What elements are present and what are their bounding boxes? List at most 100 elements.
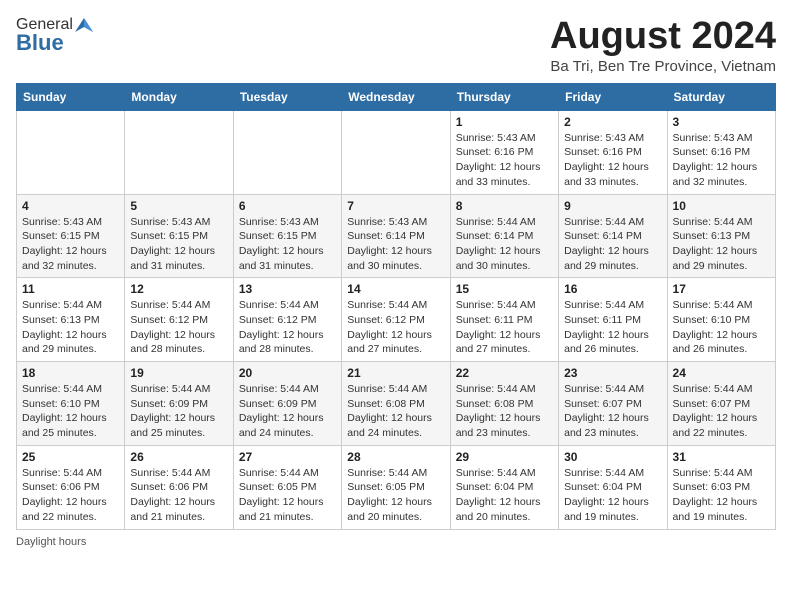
- calendar-cell: 25 Sunrise: 5:44 AM Sunset: 6:06 PM Dayli…: [17, 445, 125, 529]
- day-number: 28: [347, 450, 444, 464]
- day-detail: Sunrise: 5:44 AM Sunset: 6:08 PM Dayligh…: [456, 382, 553, 441]
- calendar-week-3: 18 Sunrise: 5:44 AM Sunset: 6:10 PM Dayli…: [17, 362, 776, 446]
- calendar-header-wednesday: Wednesday: [342, 83, 450, 110]
- day-detail: Sunrise: 5:44 AM Sunset: 6:09 PM Dayligh…: [130, 382, 227, 441]
- day-number: 16: [564, 282, 661, 296]
- calendar-cell: 21Sunrise: 5:44 AM Sunset: 6:08 PM Dayli…: [342, 362, 450, 446]
- day-number: 5: [130, 199, 227, 213]
- day-detail: Sunrise: 5:44 AM Sunset: 6:03 PM Dayligh…: [673, 466, 770, 525]
- day-number: 23: [564, 366, 661, 380]
- calendar-cell: 16 Sunrise: 5:44 AM Sunset: 6:11 PM Dayli…: [559, 278, 667, 362]
- calendar-cell: [233, 110, 341, 194]
- day-detail: Sunrise: 5:44 AM Sunset: 6:06 PM Dayligh…: [130, 466, 227, 525]
- day-number: 21: [347, 366, 444, 380]
- day-number: 4: [22, 199, 119, 213]
- day-detail: Sunrise: 5:44 AM Sunset: 6:05 PM Dayligh…: [347, 466, 444, 525]
- calendar-cell: 3Sunrise: 5:43 AM Sunset: 6:16 PM Daylig…: [667, 110, 775, 194]
- day-number: 27: [239, 450, 336, 464]
- logo: General Blue: [16, 16, 93, 56]
- calendar-header-tuesday: Tuesday: [233, 83, 341, 110]
- day-detail: Sunrise: 5:44 AM Sunset: 6:14 PM Dayligh…: [456, 215, 553, 274]
- day-number: 30: [564, 450, 661, 464]
- day-detail: Sunrise: 5:44 AM Sunset: 6:11 PM Dayligh…: [564, 298, 661, 357]
- calendar-cell: 15Sunrise: 5:44 AM Sunset: 6:11 PM Dayli…: [450, 278, 558, 362]
- calendar-cell: 22 Sunrise: 5:44 AM Sunset: 6:08 PM Dayli…: [450, 362, 558, 446]
- calendar-cell: [125, 110, 233, 194]
- calendar-cell: 10Sunrise: 5:44 AM Sunset: 6:13 PM Dayli…: [667, 194, 775, 278]
- calendar-cell: [17, 110, 125, 194]
- day-detail: Sunrise: 5:43 AM Sunset: 6:16 PM Dayligh…: [456, 131, 553, 190]
- calendar-week-4: 25 Sunrise: 5:44 AM Sunset: 6:06 PM Dayli…: [17, 445, 776, 529]
- calendar-cell: 7Sunrise: 5:43 AM Sunset: 6:14 PM Daylig…: [342, 194, 450, 278]
- title-area: August 2024 Ba Tri, Ben Tre Province, Vi…: [550, 16, 776, 75]
- day-number: 14: [347, 282, 444, 296]
- calendar-cell: 6Sunrise: 5:43 AM Sunset: 6:15 PM Daylig…: [233, 194, 341, 278]
- day-number: 3: [673, 115, 770, 129]
- day-detail: Sunrise: 5:43 AM Sunset: 6:15 PM Dayligh…: [130, 215, 227, 274]
- calendar-cell: 13 Sunrise: 5:44 AM Sunset: 6:12 PM Dayli…: [233, 278, 341, 362]
- day-number: 26: [130, 450, 227, 464]
- day-detail: Sunrise: 5:44 AM Sunset: 6:12 PM Dayligh…: [130, 298, 227, 357]
- day-number: 29: [456, 450, 553, 464]
- calendar-cell: 18 Sunrise: 5:44 AM Sunset: 6:10 PM Dayli…: [17, 362, 125, 446]
- calendar-cell: 12 Sunrise: 5:44 AM Sunset: 6:12 PM Dayli…: [125, 278, 233, 362]
- day-number: 20: [239, 366, 336, 380]
- day-detail: Sunrise: 5:44 AM Sunset: 6:04 PM Dayligh…: [564, 466, 661, 525]
- calendar-cell: 8 Sunrise: 5:44 AM Sunset: 6:14 PM Daylig…: [450, 194, 558, 278]
- calendar-week-1: 4 Sunrise: 5:43 AM Sunset: 6:15 PM Daylig…: [17, 194, 776, 278]
- day-detail: Sunrise: 5:44 AM Sunset: 6:12 PM Dayligh…: [239, 298, 336, 357]
- day-detail: Sunrise: 5:43 AM Sunset: 6:15 PM Dayligh…: [239, 215, 336, 274]
- calendar-cell: 27Sunrise: 5:44 AM Sunset: 6:05 PM Dayli…: [233, 445, 341, 529]
- header: General Blue August 2024 Ba Tri, Ben Tre…: [16, 16, 776, 75]
- logo-bird-icon: [75, 16, 93, 34]
- day-number: 1: [456, 115, 553, 129]
- day-number: 24: [673, 366, 770, 380]
- day-detail: Sunrise: 5:44 AM Sunset: 6:07 PM Dayligh…: [564, 382, 661, 441]
- day-number: 10: [673, 199, 770, 213]
- calendar-header-friday: Friday: [559, 83, 667, 110]
- logo-blue-text: Blue: [16, 30, 64, 56]
- day-detail: Sunrise: 5:44 AM Sunset: 6:07 PM Dayligh…: [673, 382, 770, 441]
- calendar-title: August 2024: [550, 16, 776, 58]
- day-detail: Sunrise: 5:43 AM Sunset: 6:15 PM Dayligh…: [22, 215, 119, 274]
- day-detail: Sunrise: 5:44 AM Sunset: 6:14 PM Dayligh…: [564, 215, 661, 274]
- day-number: 31: [673, 450, 770, 464]
- calendar-cell: 5 Sunrise: 5:43 AM Sunset: 6:15 PM Daylig…: [125, 194, 233, 278]
- day-number: 12: [130, 282, 227, 296]
- calendar-header-row: SundayMondayTuesdayWednesdayThursdayFrid…: [17, 83, 776, 110]
- day-number: 11: [22, 282, 119, 296]
- day-number: 2: [564, 115, 661, 129]
- day-number: 9: [564, 199, 661, 213]
- calendar-cell: 20Sunrise: 5:44 AM Sunset: 6:09 PM Dayli…: [233, 362, 341, 446]
- footer-note: Daylight hours: [16, 536, 776, 548]
- calendar-cell: 2Sunrise: 5:43 AM Sunset: 6:16 PM Daylig…: [559, 110, 667, 194]
- day-number: 13: [239, 282, 336, 296]
- calendar-cell: 1 Sunrise: 5:43 AM Sunset: 6:16 PM Daylig…: [450, 110, 558, 194]
- calendar-header-saturday: Saturday: [667, 83, 775, 110]
- calendar-cell: 29 Sunrise: 5:44 AM Sunset: 6:04 PM Dayli…: [450, 445, 558, 529]
- day-number: 22: [456, 366, 553, 380]
- calendar-subtitle: Ba Tri, Ben Tre Province, Vietnam: [550, 58, 776, 75]
- calendar-cell: 26 Sunrise: 5:44 AM Sunset: 6:06 PM Dayli…: [125, 445, 233, 529]
- calendar-cell: 4 Sunrise: 5:43 AM Sunset: 6:15 PM Daylig…: [17, 194, 125, 278]
- day-number: 18: [22, 366, 119, 380]
- calendar-cell: 31 Sunrise: 5:44 AM Sunset: 6:03 PM Dayli…: [667, 445, 775, 529]
- day-number: 17: [673, 282, 770, 296]
- calendar-cell: 28 Sunrise: 5:44 AM Sunset: 6:05 PM Dayli…: [342, 445, 450, 529]
- calendar-week-0: 1 Sunrise: 5:43 AM Sunset: 6:16 PM Daylig…: [17, 110, 776, 194]
- day-detail: Sunrise: 5:44 AM Sunset: 6:13 PM Dayligh…: [22, 298, 119, 357]
- calendar-cell: 24 Sunrise: 5:44 AM Sunset: 6:07 PM Dayli…: [667, 362, 775, 446]
- day-detail: Sunrise: 5:44 AM Sunset: 6:06 PM Dayligh…: [22, 466, 119, 525]
- calendar-header-thursday: Thursday: [450, 83, 558, 110]
- calendar-cell: 19Sunrise: 5:44 AM Sunset: 6:09 PM Dayli…: [125, 362, 233, 446]
- calendar-cell: 23 Sunrise: 5:44 AM Sunset: 6:07 PM Dayli…: [559, 362, 667, 446]
- day-detail: Sunrise: 5:44 AM Sunset: 6:11 PM Dayligh…: [456, 298, 553, 357]
- day-number: 25: [22, 450, 119, 464]
- day-detail: Sunrise: 5:44 AM Sunset: 6:10 PM Dayligh…: [22, 382, 119, 441]
- day-detail: Sunrise: 5:44 AM Sunset: 6:04 PM Dayligh…: [456, 466, 553, 525]
- day-detail: Sunrise: 5:44 AM Sunset: 6:12 PM Dayligh…: [347, 298, 444, 357]
- calendar-cell: 11 Sunrise: 5:44 AM Sunset: 6:13 PM Dayli…: [17, 278, 125, 362]
- calendar-table: SundayMondayTuesdayWednesdayThursdayFrid…: [16, 83, 776, 530]
- day-detail: Sunrise: 5:44 AM Sunset: 6:10 PM Dayligh…: [673, 298, 770, 357]
- day-number: 8: [456, 199, 553, 213]
